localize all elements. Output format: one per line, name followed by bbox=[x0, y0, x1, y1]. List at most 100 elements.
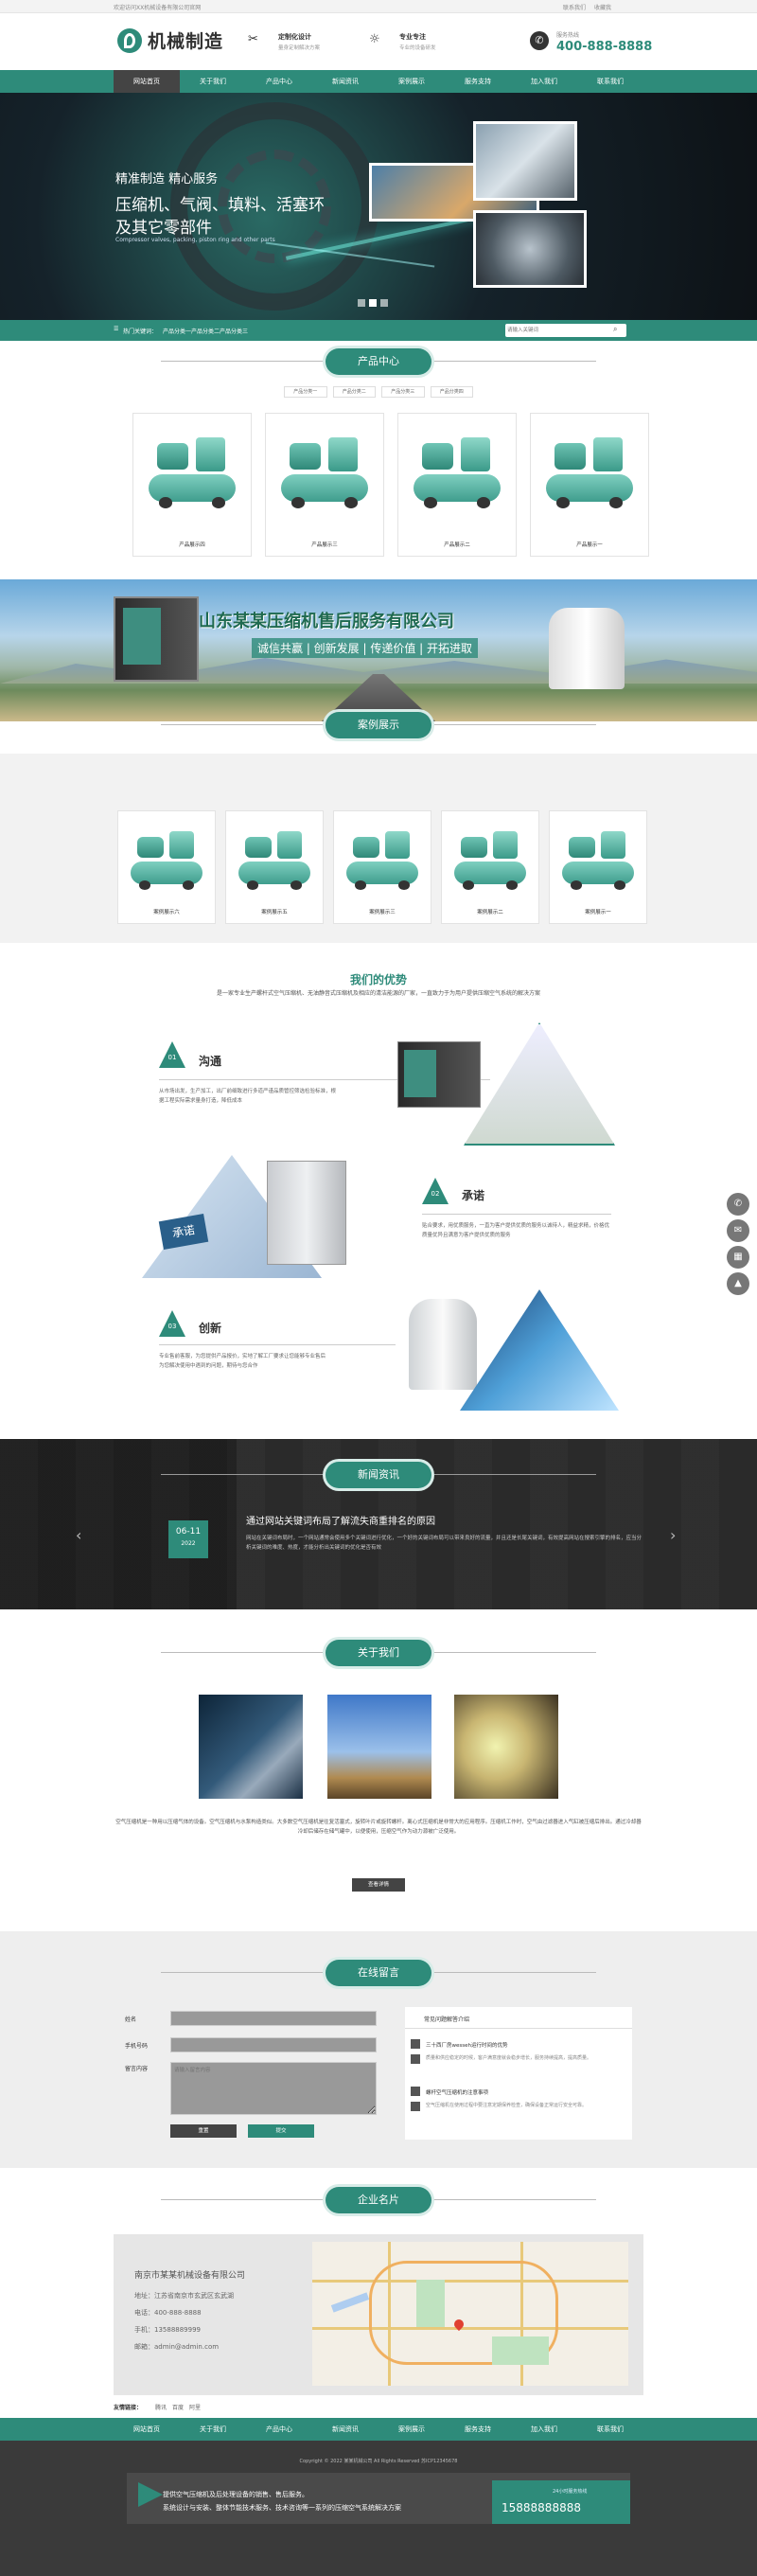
card-title: 企业名片 bbox=[326, 2187, 431, 2213]
slide-dot-2[interactable] bbox=[369, 299, 377, 307]
message-textarea[interactable] bbox=[170, 2062, 377, 2115]
news-title-bar: 新闻资讯 bbox=[0, 1462, 757, 1488]
logo-text[interactable]: 机械制造 bbox=[148, 27, 223, 53]
footer-nav-cases[interactable]: 案例展示 bbox=[378, 2418, 445, 2441]
friend-link-3[interactable]: 阿里 bbox=[189, 2403, 201, 2411]
case-card-4[interactable]: 案例展示二 bbox=[441, 810, 539, 924]
nav-products[interactable]: 产品中心 bbox=[246, 70, 312, 93]
product-name: 产品展示三 bbox=[311, 542, 338, 548]
compressor-image bbox=[540, 429, 639, 510]
footer-nav-service[interactable]: 服务支持 bbox=[445, 2418, 511, 2441]
adv-divider-3 bbox=[159, 1344, 396, 1345]
footer-nav-about[interactable]: 关于我们 bbox=[180, 2418, 246, 2441]
side-chat-icon[interactable]: ✉ bbox=[727, 1219, 749, 1242]
product-card-2[interactable]: 产品展示三 bbox=[265, 413, 384, 557]
adv-text-02: 贴合要求，用优质服务，一直为客户提供优质的服务以诚待人，精益求精，价格优质量优异… bbox=[422, 1223, 610, 1238]
ad-dryer-image bbox=[549, 608, 625, 689]
friend-link-2[interactable]: 百度 bbox=[172, 2403, 184, 2411]
adv-image-tanks bbox=[409, 1299, 477, 1390]
card-company: 南京市某某机械设备有限公司 bbox=[134, 2271, 246, 2281]
case-card-1[interactable]: 案例展示六 bbox=[117, 810, 216, 924]
news-headline[interactable]: 通过网站关键词布局了解流失商重排名的原因 bbox=[246, 1513, 435, 1527]
adv-num-03: 03 bbox=[159, 1310, 185, 1337]
side-top-icon[interactable]: ▲ bbox=[727, 1272, 749, 1295]
adv-name-02: 承诺 bbox=[462, 1189, 485, 1202]
cta-phone-box[interactable]: 24小时服务热线 15888888888 bbox=[492, 2480, 630, 2524]
faq-question-1[interactable]: 三十西厂房wesseh运行时间的优势 bbox=[426, 2041, 507, 2049]
product-card-3[interactable]: 产品展示二 bbox=[397, 413, 517, 557]
case-name: 案例展示六 bbox=[153, 910, 180, 915]
product-card-1[interactable]: 产品展示四 bbox=[132, 413, 252, 557]
news-summary: 网站在关键词布局时，一个网站通常会使用多个关键词进行优化，一个好的关键词布局可以… bbox=[246, 1536, 643, 1551]
banner-line4: Compressor valves, packing, piston ring … bbox=[115, 237, 275, 243]
reset-button[interactable]: 重置 bbox=[170, 2124, 237, 2138]
nav-join[interactable]: 加入我们 bbox=[511, 70, 577, 93]
product-tab-4[interactable]: 产品分类四 bbox=[430, 386, 473, 398]
ad-title: 山东某某压缩机售后服务有限公司 bbox=[199, 612, 454, 631]
slide-dot-3[interactable] bbox=[380, 299, 388, 307]
product-tab-2[interactable]: 产品分类二 bbox=[332, 386, 376, 398]
nav-home[interactable]: 网站首页 bbox=[114, 70, 180, 93]
footer-nav-products[interactable]: 产品中心 bbox=[246, 2418, 312, 2441]
about-photo-refinery bbox=[327, 1695, 431, 1799]
search-input[interactable] bbox=[507, 325, 607, 336]
case-name: 案例展示五 bbox=[261, 910, 288, 915]
footer-nav-join[interactable]: 加入我们 bbox=[511, 2418, 577, 2441]
phone-input[interactable] bbox=[170, 2037, 377, 2052]
nav-contact[interactable]: 联系我们 bbox=[577, 70, 643, 93]
faq-question-2[interactable]: 螺杆空气压缩机的注意事项 bbox=[426, 2088, 488, 2096]
footer-nav-news[interactable]: 新闻资讯 bbox=[312, 2418, 378, 2441]
product-tab-1[interactable]: 产品分类一 bbox=[284, 386, 327, 398]
about-title: 关于我们 bbox=[326, 1640, 431, 1666]
news-year: 2022 bbox=[181, 1540, 196, 1547]
nav-news[interactable]: 新闻资讯 bbox=[312, 70, 378, 93]
msg-title: 在线留言 bbox=[326, 1960, 431, 1986]
compressor-image bbox=[342, 825, 423, 891]
name-input[interactable] bbox=[170, 2011, 377, 2026]
design-icon: ✂ bbox=[248, 32, 258, 46]
product-name: 产品展示四 bbox=[179, 542, 205, 548]
search-icon[interactable]: ⌕ bbox=[613, 325, 617, 334]
news-prev-icon[interactable]: ‹ bbox=[76, 1526, 81, 1544]
top-link-fav[interactable]: 收藏我 bbox=[594, 3, 611, 11]
cases-title: 案例展示 bbox=[326, 712, 431, 738]
faq-answer-1: 质量和供应稳定的时候，客户满意度就会稳步增长，服务持续提高，提高质量。 bbox=[426, 2055, 592, 2061]
slide-dot-1[interactable] bbox=[358, 299, 365, 307]
card-mobile: 手机：13588889999 bbox=[134, 2326, 201, 2334]
ad-banner: 山东某某压缩机售后服务有限公司 诚信共赢 | 创新发展 | 传递价值 | 开拓进… bbox=[0, 579, 757, 721]
side-qrcode-icon[interactable]: ▦ bbox=[727, 1246, 749, 1269]
top-link-contact[interactable]: 联系我们 bbox=[563, 3, 586, 11]
footer-nav-contact[interactable]: 联系我们 bbox=[577, 2418, 643, 2441]
case-card-2[interactable]: 案例展示五 bbox=[225, 810, 324, 924]
compressor-image bbox=[408, 429, 506, 510]
about-photo-car bbox=[199, 1695, 303, 1799]
case-card-5[interactable]: 案例展示一 bbox=[549, 810, 647, 924]
products-title: 产品中心 bbox=[326, 348, 431, 375]
keyword-link-2[interactable]: 产品分类二 bbox=[191, 327, 220, 335]
news-next-icon[interactable]: › bbox=[670, 1526, 676, 1544]
submit-button[interactable]: 提交 bbox=[248, 2124, 314, 2138]
msg-title-bar: 在线留言 bbox=[0, 1960, 757, 1986]
card-email: 邮箱：admin@admin.com bbox=[134, 2343, 220, 2351]
location-map[interactable] bbox=[312, 2242, 628, 2386]
compressor-image bbox=[557, 825, 639, 891]
feature-pro-title: 专业专注 bbox=[399, 33, 426, 41]
nav-service[interactable]: 服务支持 bbox=[445, 70, 511, 93]
case-card-3[interactable]: 案例展示三 bbox=[333, 810, 431, 924]
keyword-link-3[interactable]: 产品分类三 bbox=[220, 327, 248, 335]
nav-about[interactable]: 关于我们 bbox=[180, 70, 246, 93]
side-phone-icon[interactable]: ✆ bbox=[727, 1193, 749, 1216]
adv-triangle-3 bbox=[460, 1289, 619, 1411]
product-tab-3[interactable]: 产品分类三 bbox=[381, 386, 425, 398]
product-card-4[interactable]: 产品展示一 bbox=[530, 413, 649, 557]
compressor-image bbox=[234, 825, 315, 891]
about-more-button[interactable]: 查看详情 bbox=[352, 1878, 405, 1892]
keyword-link-1[interactable]: 产品分类一 bbox=[163, 327, 191, 335]
footer-nav-home[interactable]: 网站首页 bbox=[114, 2418, 180, 2441]
banner-photo-gear bbox=[473, 210, 587, 288]
nav-cases[interactable]: 案例展示 bbox=[378, 70, 445, 93]
friend-link-1[interactable]: 腾讯 bbox=[155, 2403, 167, 2411]
top-bar: 欢迎访问XX机械设备有限公司官网 联系我们 收藏我 bbox=[0, 0, 757, 13]
product-name: 产品展示一 bbox=[576, 542, 603, 548]
adv-image-machine bbox=[397, 1041, 481, 1108]
